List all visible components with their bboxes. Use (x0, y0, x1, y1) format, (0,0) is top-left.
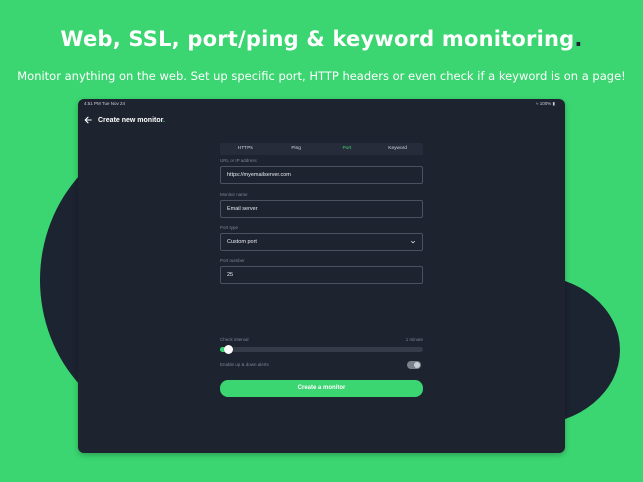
port-type-label: Port type (220, 225, 239, 230)
port-type-select[interactable]: Custom port (220, 233, 423, 251)
tab-keyword[interactable]: Keyword (372, 143, 423, 155)
status-bar: 4:51 PM Tue Nov 24 ≈ 100% ▮ (78, 99, 565, 109)
tab-https[interactable]: HTTPs (220, 143, 271, 155)
wifi-icon: ≈ (535, 101, 539, 106)
tablet-screen: 4:51 PM Tue Nov 24 ≈ 100% ▮ Create new m… (78, 99, 565, 453)
battery-level: 100% (539, 101, 552, 106)
create-monitor-button[interactable]: Create a monitor (220, 380, 423, 397)
battery-icon: ▮ (552, 101, 555, 106)
toggle-knob (414, 362, 420, 368)
monitor-name-input[interactable]: Email server (220, 200, 423, 218)
alerts-toggle[interactable] (407, 361, 421, 369)
port-number-label: Port number (220, 258, 245, 263)
port-type-value: Custom port (227, 239, 257, 245)
url-label: URL or IP address (220, 158, 257, 163)
monitor-type-tabs: HTTPs Ping Port Keyword (220, 143, 423, 155)
alerts-label: Enable up & down alerts (220, 362, 269, 367)
status-right: ≈ 100% ▮ (536, 99, 555, 109)
port-number-input[interactable]: 25 (220, 266, 423, 284)
title-dot: . (162, 116, 165, 124)
page-title: Create new monitor. (98, 116, 165, 124)
back-arrow-icon[interactable] (84, 116, 92, 124)
url-input[interactable]: https://myemailserver.com (220, 166, 423, 184)
nav-bar: Create new monitor. (84, 114, 165, 126)
chevron-down-icon (410, 240, 416, 244)
monitor-name-label: Monitor name (220, 192, 248, 197)
tab-port[interactable]: Port (322, 143, 373, 155)
hero-subline: Monitor anything on the web. Set up spec… (17, 69, 626, 83)
slider-knob[interactable] (224, 345, 234, 354)
hero-headline: Web, SSL, port/ping & keyword monitoring… (60, 27, 583, 51)
status-time: 4:51 PM Tue Nov 24 (84, 101, 126, 106)
check-interval-label: Check interval (220, 337, 249, 342)
tab-ping[interactable]: Ping (271, 143, 322, 155)
check-interval-slider[interactable] (220, 345, 423, 354)
headline-dot: . (574, 27, 583, 51)
check-interval-value: 1 minute (405, 337, 423, 342)
